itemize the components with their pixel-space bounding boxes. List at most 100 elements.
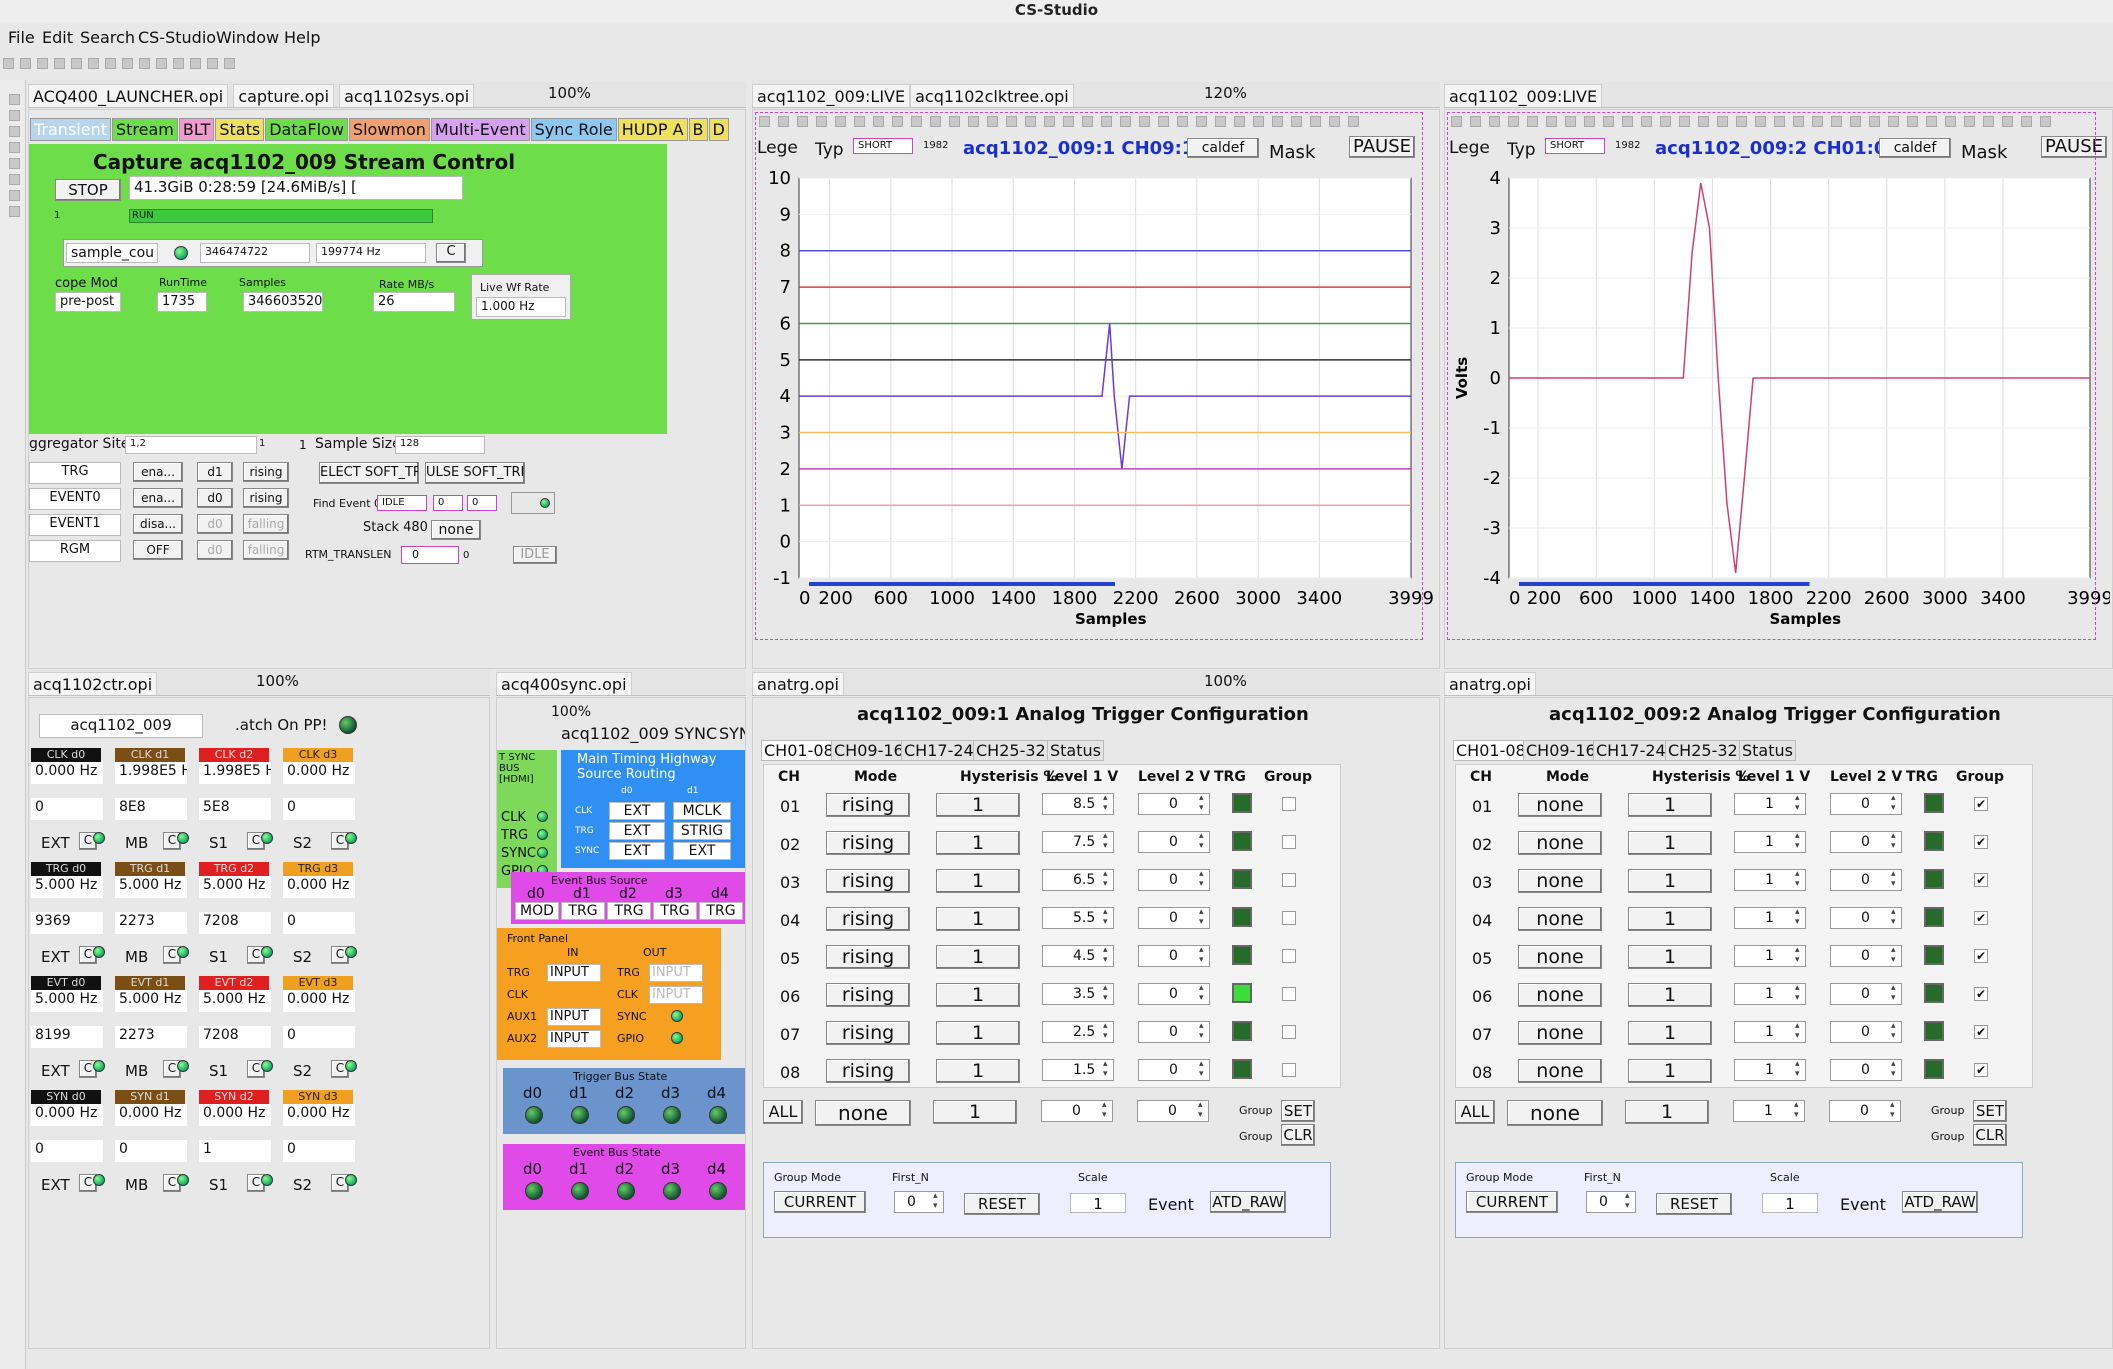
atd-raw-button[interactable]: ATD_RAW <box>1210 1191 1286 1213</box>
row-hys[interactable]: 1 <box>1628 983 1712 1007</box>
toolbar-icon[interactable] <box>71 58 82 69</box>
row-hys[interactable]: 1 <box>936 907 1020 931</box>
atd-raw-button[interactable]: ATD_RAW <box>1902 1191 1978 1213</box>
row-level2[interactable]: 0 <box>1138 831 1210 853</box>
row-group-check[interactable]: ✔ <box>1974 1063 1988 1077</box>
row-mode[interactable]: none <box>1518 983 1602 1007</box>
subtab-sync-role[interactable]: Sync Role <box>530 118 617 141</box>
trim-icon[interactable] <box>9 206 20 217</box>
row-level2[interactable]: 0 <box>1138 907 1210 929</box>
find-a[interactable]: 0 <box>433 495 463 511</box>
tab-capture[interactable]: capture.opi <box>233 84 335 107</box>
fp-row-av[interactable]: INPUT <box>547 1030 601 1048</box>
row-level1[interactable]: 4.5 <box>1042 945 1114 967</box>
tab-anatrg[interactable]: anatrg.opi <box>752 672 844 695</box>
anatrg-subtab[interactable]: CH01-08 <box>1453 740 1529 761</box>
toolbar-icon[interactable] <box>105 58 116 69</box>
trg-row-mode[interactable]: ena... <box>133 462 183 482</box>
tab-plot[interactable]: acq1102_009:LIVE <box>752 84 911 107</box>
trim-icon[interactable] <box>9 190 20 201</box>
ebs-value[interactable]: MOD <box>515 902 559 920</box>
trg-row-d[interactable]: d1 <box>197 462 233 482</box>
group-clr-button[interactable]: CLR <box>1973 1124 2007 1146</box>
reset-button[interactable]: RESET <box>1656 1193 1732 1215</box>
row-level2[interactable]: 0 <box>1138 945 1210 967</box>
row-hys[interactable]: 1 <box>936 831 1020 855</box>
menu-search[interactable]: Search <box>80 28 135 47</box>
row-mode[interactable]: rising <box>826 907 910 931</box>
subtab-stats[interactable]: Stats <box>215 118 265 141</box>
row-level1[interactable]: 1 <box>1734 907 1806 929</box>
tab-sys[interactable]: acq1102sys.opi <box>339 84 475 107</box>
row-group-check[interactable] <box>1282 987 1296 1001</box>
row-level1[interactable]: 1.5 <box>1042 1059 1114 1081</box>
toolbar-icon[interactable] <box>224 58 235 69</box>
row-mode[interactable]: rising <box>826 1059 910 1083</box>
row-group-check[interactable] <box>1282 797 1296 811</box>
stop-button[interactable]: STOP <box>55 179 121 201</box>
trg-row-mode[interactable]: disa... <box>133 514 183 534</box>
row-level1[interactable]: 2.5 <box>1042 1021 1114 1043</box>
ctr-zoom[interactable]: 100% <box>256 672 299 690</box>
tab-ctr[interactable]: acq1102ctr.opi <box>28 672 158 695</box>
subtab-b[interactable]: B <box>688 118 708 141</box>
row-hys[interactable]: 1 <box>1628 1021 1712 1045</box>
anatrg-subtab[interactable]: CH25-32 <box>1665 740 1741 761</box>
subtab-d[interactable]: D <box>708 118 729 141</box>
toolbar-icon[interactable] <box>173 58 184 69</box>
mth-b[interactable]: MCLK <box>673 802 731 820</box>
toolbar-icon[interactable] <box>54 58 65 69</box>
row-level1[interactable]: 1 <box>1734 945 1806 967</box>
row-level2[interactable]: 0 <box>1830 869 1902 891</box>
menu-csstudio[interactable]: CS-Studio <box>138 28 216 47</box>
row-group-check[interactable] <box>1282 835 1296 849</box>
row-mode[interactable]: rising <box>826 831 910 855</box>
row-level2[interactable]: 0 <box>1138 983 1210 1005</box>
trim-icon[interactable] <box>9 94 20 105</box>
subtab-hudp-a[interactable]: HUDP A <box>617 118 688 141</box>
row-hys[interactable]: 1 <box>936 1059 1020 1083</box>
row-level1[interactable]: 5.5 <box>1042 907 1114 929</box>
ebs-value[interactable]: TRG <box>653 902 697 920</box>
row-group-check[interactable]: ✔ <box>1974 949 1988 963</box>
row-mode[interactable]: rising <box>826 869 910 893</box>
select-soft-trigger[interactable]: ELECT SOFT_TRI <box>319 462 419 484</box>
row-hys[interactable]: 1 <box>1628 831 1712 855</box>
all-mode[interactable]: none <box>1507 1100 1603 1126</box>
toolbar-icon[interactable] <box>3 58 14 69</box>
row-hys[interactable]: 1 <box>1628 907 1712 931</box>
row-level2[interactable]: 0 <box>1830 793 1902 815</box>
group-set-button[interactable]: SET <box>1281 1100 1315 1122</box>
subtab-transient[interactable]: Transient <box>30 118 111 141</box>
fp-row-av[interactable]: INPUT <box>547 1008 601 1026</box>
group-mode-button[interactable]: CURRENT <box>774 1191 866 1213</box>
row-mode[interactable]: rising <box>826 983 910 1007</box>
anatrg-zoom[interactable]: 100% <box>1204 672 1247 690</box>
toolbar-icon[interactable] <box>88 58 99 69</box>
row-mode[interactable]: none <box>1518 1059 1602 1083</box>
tab-plot[interactable]: acq1102clktree.opi <box>910 84 1074 107</box>
anatrg-subtab[interactable]: CH09-16 <box>831 740 907 761</box>
row-level1[interactable]: 1 <box>1734 983 1806 1005</box>
find-b[interactable]: 0 <box>467 495 497 511</box>
pulse-soft-trigger[interactable]: ULSE SOFT_TRI <box>425 462 525 484</box>
row-hys[interactable]: 1 <box>936 983 1020 1007</box>
stack-value[interactable]: none <box>431 520 481 540</box>
anatrg-subtab[interactable]: CH09-16 <box>1523 740 1599 761</box>
row-hys[interactable]: 1 <box>936 793 1020 817</box>
subtab-blt[interactable]: BLT <box>178 118 215 141</box>
first-n-spin[interactable]: 0 <box>894 1191 944 1213</box>
all-level2[interactable]: 0 <box>1829 1100 1901 1122</box>
zoom-level[interactable]: 100% <box>548 84 591 102</box>
first-n-spin[interactable]: 0 <box>1586 1191 1636 1213</box>
trim-icon[interactable] <box>9 142 20 153</box>
toolbar-icon[interactable] <box>122 58 133 69</box>
trg-row-d[interactable]: d0 <box>197 514 233 534</box>
row-mode[interactable]: none <box>1518 793 1602 817</box>
ebs-value[interactable]: TRG <box>699 902 743 920</box>
group-set-button[interactable]: SET <box>1973 1100 2007 1122</box>
row-level2[interactable]: 0 <box>1830 1059 1902 1081</box>
toolbar-icon[interactable] <box>139 58 150 69</box>
row-group-check[interactable]: ✔ <box>1974 911 1988 925</box>
trg-row-edge[interactable]: falling <box>243 540 289 560</box>
